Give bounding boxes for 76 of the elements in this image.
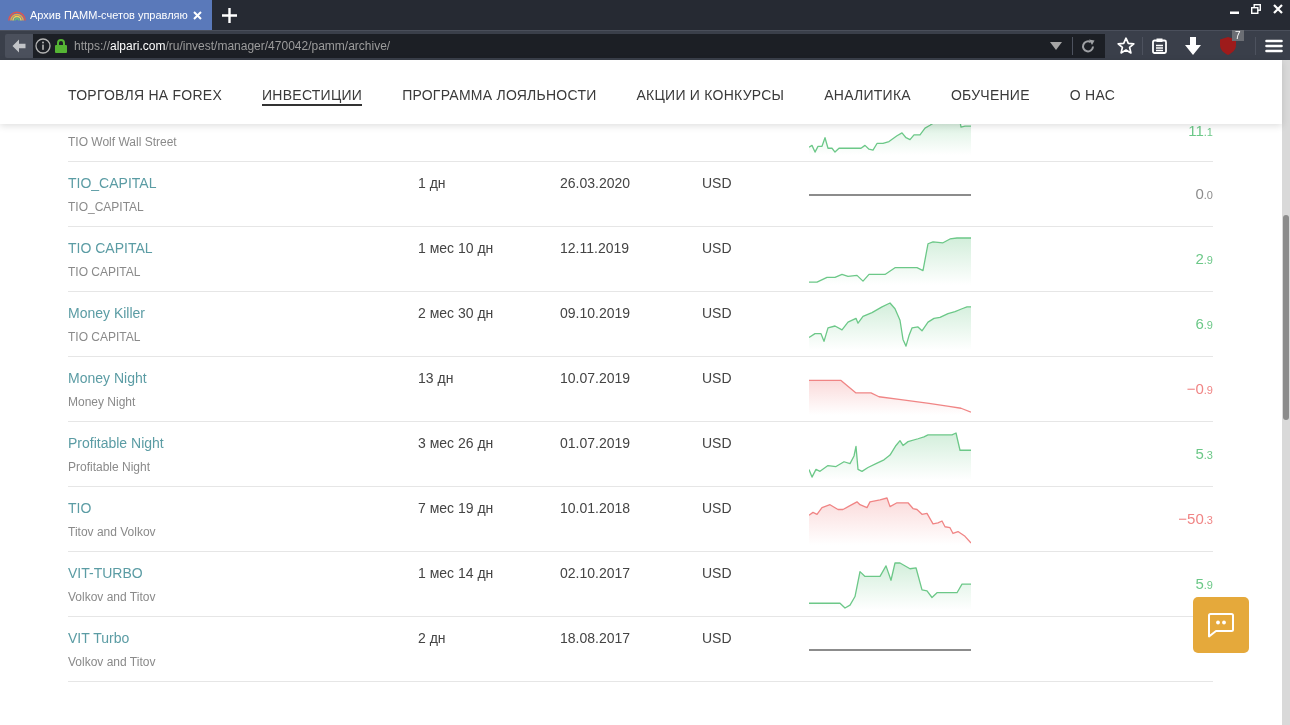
clipboard-list-icon[interactable] [1152, 37, 1167, 54]
back-button[interactable] [5, 33, 33, 58]
return-value: 2.9 [1195, 249, 1213, 269]
dropdown-caret-icon[interactable] [1050, 41, 1062, 50]
account-link[interactable]: Money Night [68, 369, 147, 387]
period-text: 2 мес 30 дн [418, 305, 494, 321]
currency-code: USD [702, 565, 732, 581]
browser-tab[interactable]: Архив ПАММ-счетов управляю [0, 0, 212, 30]
period-text: 2 дн [418, 630, 446, 646]
manager-name: Titov and Volkov [68, 524, 156, 541]
manager-name: Volkov and Titov [68, 654, 156, 671]
date-text: 10.07.2019 [560, 370, 631, 386]
currency-code: USD [702, 370, 732, 386]
currency-code: USD [702, 435, 732, 451]
info-icon[interactable] [35, 37, 51, 54]
period-text: 13 дн [418, 370, 454, 386]
account-link[interactable]: Profitable Night [68, 434, 164, 452]
return-value: 6.9 [1195, 314, 1213, 334]
account-link[interactable]: Money Killer [68, 304, 146, 322]
scrollbar-thumb[interactable] [1283, 215, 1289, 420]
return-value: −50.3 [1178, 509, 1213, 529]
period-text: 1 мес 14 дн [418, 565, 494, 581]
period-text: 7 мес 19 дн [418, 500, 494, 516]
account-link[interactable]: VIT-TURBO [68, 564, 143, 582]
date-text: 26.03.2020 [560, 175, 631, 191]
manager-name: TIO Wolf Wall Street [68, 134, 177, 151]
period-text: 1 мес 10 дн [418, 240, 494, 256]
restore-icon[interactable] [1251, 4, 1261, 14]
manager-name: Profitable Night [68, 459, 151, 476]
manager-name: TIO CAPITAL [68, 329, 141, 346]
return-value: 5.3 [1195, 444, 1213, 464]
currency-code: USD [702, 240, 732, 256]
reload-icon[interactable] [1081, 38, 1095, 53]
scrollbar[interactable] [1282, 60, 1290, 725]
return-value: 11.1 [1188, 124, 1213, 139]
date-text: 10.01.2018 [560, 500, 631, 516]
account-link[interactable]: TIO_CAPITAL [68, 174, 157, 192]
account-link[interactable]: TIO CAPITAL [68, 239, 153, 257]
return-value: 5.9 [1195, 574, 1213, 594]
manager-name: Money Night [68, 394, 136, 411]
plus-icon[interactable] [222, 8, 237, 23]
nav-link[interactable]: ОБУЧЕНИЕ [950, 86, 1030, 106]
date-text: 01.07.2019 [560, 435, 631, 451]
period-text: 3 мес 26 дн [418, 435, 494, 451]
date-text: 02.10.2017 [560, 565, 631, 581]
nav-link[interactable]: ИНВЕСТИЦИИ [262, 86, 363, 106]
currency-code: USD [702, 305, 732, 321]
return-value: −0.9 [1186, 379, 1213, 399]
date-text: 18.08.2017 [560, 630, 631, 646]
arc-logo-icon [8, 9, 26, 21]
currency-code: USD [702, 175, 732, 191]
return-value: 0.0 [1195, 184, 1213, 204]
manager-name: TIO_CAPITAL [68, 199, 144, 216]
nav-link[interactable]: ПРОГРАММА ЛОЯЛЬНОСТИ [402, 86, 597, 106]
close-icon[interactable] [1273, 4, 1283, 14]
nav-link[interactable]: АКЦИИ И КОНКУРСЫ [636, 86, 785, 106]
chat-bubble-icon [1207, 612, 1235, 638]
period-text: 1 дн [418, 175, 446, 191]
date-text: 12.11.2019 [560, 240, 630, 256]
currency-code: USD [702, 630, 732, 646]
account-link[interactable]: TIO [68, 499, 92, 517]
nav-link[interactable]: О НАС [1069, 86, 1116, 106]
download-arrow-icon[interactable] [1185, 36, 1201, 55]
manager-name: Volkov and Titov [68, 589, 156, 606]
back-arrow-icon [12, 38, 26, 53]
account-link[interactable]: VIT Turbo [68, 629, 130, 647]
currency-code: USD [702, 500, 732, 516]
date-text: 09.10.2019 [560, 305, 631, 321]
nav-link[interactable]: АНАЛИТИКА [824, 86, 911, 106]
manager-name: TIO CAPITAL [68, 264, 141, 281]
nav-link[interactable]: ТОРГОВЛЯ НА FOREX [68, 86, 223, 106]
lock-icon[interactable] [55, 38, 67, 53]
count-badge: 7 [1232, 29, 1244, 41]
menu-icon[interactable] [1265, 38, 1283, 53]
address-bar[interactable]: https://alpari.com/ru/invest/manager/470042/pamm/archive/ [33, 33, 1105, 58]
star-icon[interactable] [1117, 36, 1135, 55]
